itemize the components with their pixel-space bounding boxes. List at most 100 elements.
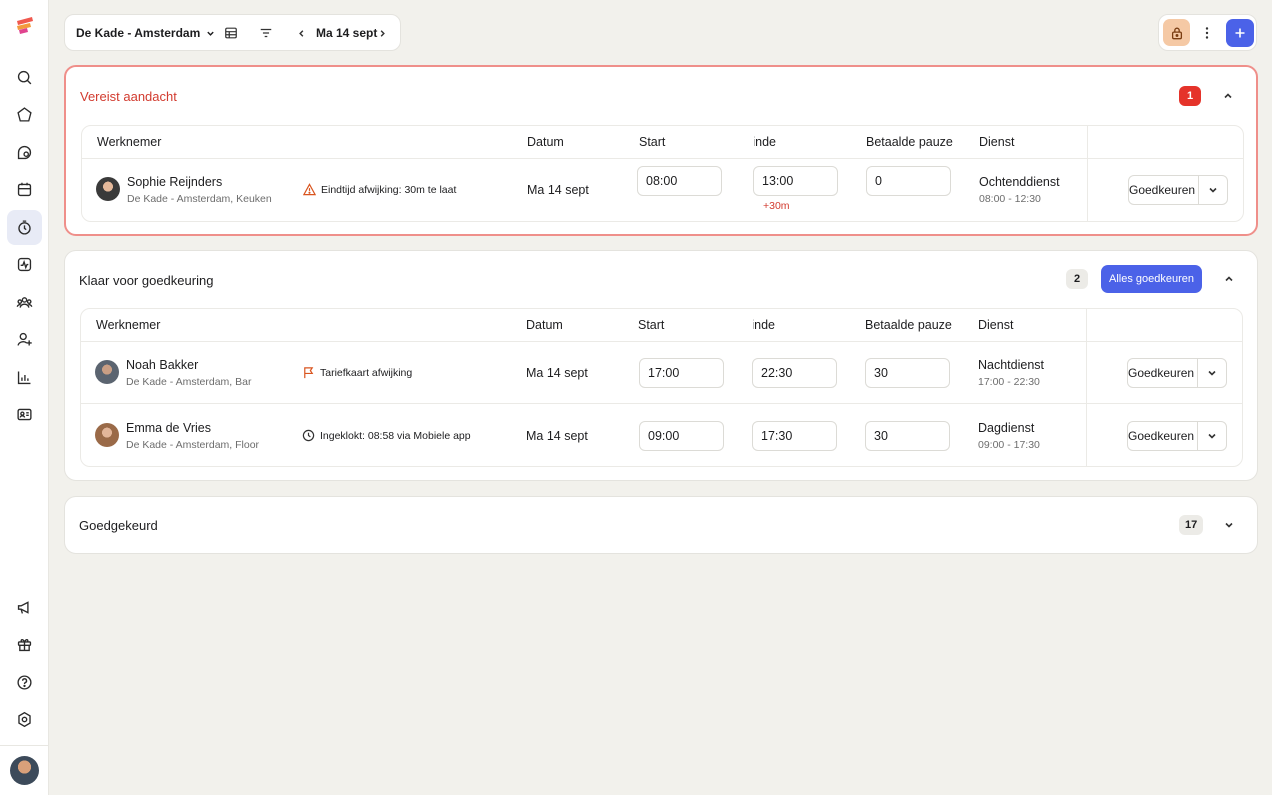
shift-name: Ochtenddienst [979, 175, 1060, 189]
calendar-icon[interactable] [7, 172, 42, 207]
employee-location: De Kade - Amsterdam, Bar [126, 376, 252, 388]
next-day-icon[interactable] [374, 25, 390, 41]
table-header: Werknemer Datum Start Einde Betaalde pau… [81, 309, 1242, 342]
table-view-icon[interactable] [223, 25, 239, 41]
employee-name[interactable]: Sophie Reijnders [127, 175, 222, 189]
col-paid-break: Betaalde pauze [865, 318, 952, 332]
chevron-down-icon[interactable] [1198, 422, 1226, 450]
col-date: Datum [527, 135, 564, 149]
shift-time: 09:00 - 17:30 [978, 439, 1040, 451]
employee-location: De Kade - Amsterdam, Floor [126, 439, 260, 451]
previous-day-icon[interactable] [293, 25, 309, 41]
avatar [95, 360, 119, 384]
ready-table: Werknemer Datum Start Einde Betaalde pau… [80, 308, 1243, 467]
paid-break-input[interactable]: 0 [866, 166, 951, 196]
paid-break-input[interactable]: 30 [865, 421, 950, 451]
note-text: Ingeklokt: 08:58 via Mobiele app [320, 429, 471, 442]
col-end: Einde [754, 135, 776, 149]
activity-icon[interactable] [7, 247, 42, 282]
filter-icon[interactable] [258, 25, 274, 41]
row-date: Ma 14 sept [527, 183, 589, 197]
deviation-note: Tariefkaart afwijking [302, 366, 412, 379]
current-date[interactable]: Ma 14 sept [316, 26, 377, 40]
table-row[interactable]: Emma de Vries De Kade - Amsterdam, Floor… [81, 405, 1242, 466]
more-options-icon[interactable] [1199, 24, 1215, 42]
attention-table: Werknemer Datum Start Einde Betaalde pau… [81, 125, 1244, 222]
shift-name: Nachtdienst [978, 358, 1045, 372]
count-badge: 1 [1179, 86, 1201, 106]
shift-time: 08:00 - 12:30 [979, 193, 1041, 205]
employee-location: De Kade - Amsterdam, Keuken [127, 193, 272, 205]
clock-in-note: Ingeklokt: 08:58 via Mobiele app [302, 429, 471, 442]
approve-all-button[interactable]: Alles goedkeuren [1101, 265, 1203, 293]
reports-icon[interactable] [7, 360, 42, 395]
plus-icon [1235, 28, 1245, 38]
team-icon[interactable] [7, 285, 42, 320]
start-time-input[interactable]: 09:00 [639, 421, 724, 451]
approve-button[interactable]: Goedkeuren [1128, 422, 1198, 450]
col-paid-break: Betaalde pauze [866, 135, 953, 149]
avatar [96, 177, 120, 201]
section-attention: Vereist aandacht 1 Werknemer Datum Start… [64, 65, 1258, 236]
count-badge: 17 [1179, 515, 1204, 535]
section-ready: Klaar voor goedkeuring 2 Alles goedkeure… [64, 250, 1258, 481]
approve-split-button: Goedkeuren [1128, 175, 1228, 205]
employee-name[interactable]: Noah Bakker [126, 358, 198, 372]
sidebar [0, 0, 49, 795]
expand-icon[interactable] [1221, 517, 1237, 533]
shift-name: Dagdienst [978, 421, 1035, 435]
table-row[interactable]: Sophie Reijnders De Kade - Amsterdam, Ke… [82, 159, 1243, 221]
employee-name[interactable]: Emma de Vries [126, 421, 211, 435]
section-title: Goedgekeurd [79, 518, 158, 533]
col-date: Datum [526, 318, 563, 332]
id-card-icon[interactable] [7, 397, 42, 432]
col-end: Einde [753, 318, 775, 332]
paid-break-input[interactable]: 30 [865, 358, 950, 388]
search-icon[interactable] [7, 60, 42, 95]
add-button[interactable] [1226, 19, 1254, 47]
timesheet-icon[interactable] [7, 210, 42, 245]
chevron-down-icon[interactable] [1198, 359, 1226, 387]
help-icon[interactable] [7, 665, 42, 700]
start-time-input[interactable]: 17:00 [639, 358, 724, 388]
announcement-icon[interactable] [7, 590, 42, 625]
approve-split-button: Goedkeuren [1127, 421, 1227, 451]
warning-icon [303, 183, 316, 196]
end-time-input[interactable]: 22:30 [752, 358, 837, 388]
end-time-input[interactable]: 17:30 [752, 421, 837, 451]
sidebar-divider [0, 745, 49, 746]
end-time-diff: +30m [763, 200, 790, 212]
count-badge: 2 [1066, 269, 1088, 289]
table-row[interactable]: Noah Bakker De Kade - Amsterdam, Bar Tar… [81, 342, 1242, 404]
home-icon[interactable] [7, 97, 42, 132]
page-actions [1158, 14, 1257, 51]
end-time-input[interactable]: 13:00 [753, 166, 838, 196]
start-time-input[interactable]: 08:00 [637, 166, 722, 196]
chevron-down-icon[interactable] [1199, 176, 1227, 204]
avatar [95, 423, 119, 447]
row-date: Ma 14 sept [526, 429, 588, 443]
section-approved[interactable]: Goedgekeurd 17 [64, 496, 1258, 554]
deviation-note: Eindtijd afwijking: 30m te laat [303, 183, 456, 196]
approve-button[interactable]: Goedkeuren [1129, 176, 1199, 204]
app-logo[interactable] [15, 15, 35, 35]
lock-icon[interactable] [1163, 19, 1190, 46]
col-shift: Dienst [978, 318, 1014, 332]
approve-button[interactable]: Goedkeuren [1128, 359, 1198, 387]
col-shift: Dienst [979, 135, 1015, 149]
settings-icon[interactable] [7, 702, 42, 737]
collapse-icon[interactable] [1221, 271, 1237, 287]
user-avatar[interactable] [10, 756, 39, 785]
location-selector[interactable]: De Kade - Amsterdam [76, 26, 215, 40]
location-label: De Kade - Amsterdam [76, 26, 201, 40]
section-title: Vereist aandacht [80, 89, 177, 104]
gift-icon[interactable] [7, 627, 42, 662]
note-text: Tariefkaart afwijking [320, 366, 413, 379]
col-employee: Werknemer [96, 318, 161, 332]
inbox-search-icon[interactable] [7, 135, 42, 170]
col-employee: Werknemer [97, 135, 162, 149]
add-user-icon[interactable] [7, 322, 42, 357]
collapse-icon[interactable] [1220, 88, 1236, 104]
col-start: Start [639, 135, 666, 149]
section-title: Klaar voor goedkeuring [79, 273, 214, 288]
